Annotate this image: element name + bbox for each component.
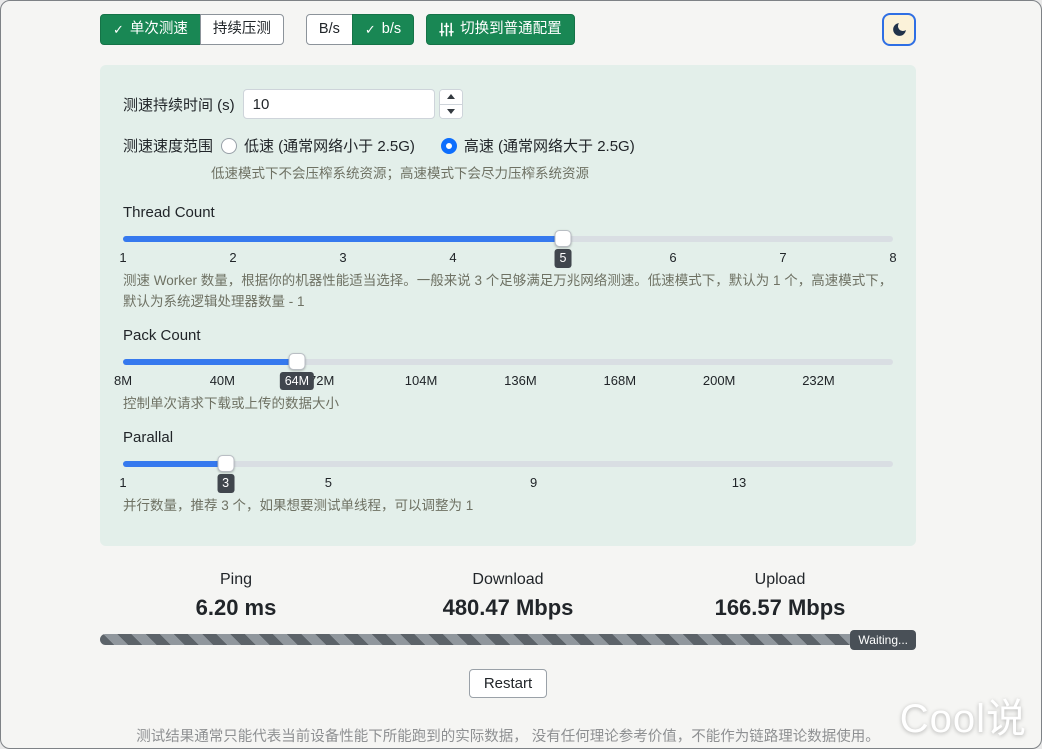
ping-metric: Ping 6.20 ms — [100, 571, 372, 621]
parallal-label: Parallal — [123, 429, 893, 446]
slider-tick: 40M — [210, 373, 235, 388]
check-icon: ✓ — [365, 23, 376, 36]
slider-tick: 5 — [325, 475, 332, 490]
unit-Bps-button[interactable]: B/s — [306, 14, 353, 45]
download-metric: Download 480.47 Mbps — [372, 571, 644, 621]
unit-bps-label: b/s — [382, 22, 401, 37]
slider-track[interactable] — [123, 236, 893, 242]
caret-down-icon — [447, 109, 455, 114]
thread-count-hint: 测速 Worker 数量，根据你的机器性能适当选择。一般来说 3 个足够满足万兆… — [123, 271, 893, 312]
slider-value-badge: 3 — [217, 474, 234, 493]
duration-stepper — [439, 89, 463, 119]
slider-tick: 2 — [229, 250, 236, 265]
slider-tick: 9 — [530, 475, 537, 490]
radio-icon — [221, 138, 237, 154]
radio-high-speed[interactable]: 高速 (通常网络大于 2.5G) — [441, 135, 635, 156]
pack-count-slider[interactable]: 64M 8M40M72M104M136M168M200M232M — [123, 353, 893, 390]
slider-value-badge: 5 — [555, 249, 572, 268]
slider-value-badge: 64M — [280, 372, 314, 391]
slider-tick: 1 — [119, 475, 126, 490]
increment-button[interactable] — [440, 90, 462, 104]
settings-panel: 测速持续时间 (s) 测速速度范围 低速 (通常网络小于 2.5G) 高速 (通… — [100, 65, 916, 546]
results-section: Ping 6.20 ms Download 480.47 Mbps Upload… — [100, 571, 916, 621]
pack-count-block: Pack Count 64M 8M40M72M104M136M168M200M2… — [123, 327, 893, 414]
radio-low-speed-label: 低速 (通常网络小于 2.5G) — [244, 135, 415, 156]
upload-metric: Upload 166.57 Mbps — [644, 571, 916, 621]
switch-config-button[interactable]: 切换到普通配置 — [426, 14, 575, 45]
pack-count-label: Pack Count — [123, 327, 893, 344]
parallal-block: Parallal 3 15913 并行数量，推荐 3 个，如果想要测试单线程，可… — [123, 429, 893, 516]
progress-bar — [100, 634, 916, 645]
mode-button-group: ✓ 单次测速 持续压测 — [100, 14, 284, 45]
slider-tick: 104M — [405, 373, 438, 388]
single-test-label: 单次测速 — [130, 22, 188, 37]
thread-count-label: Thread Count — [123, 204, 893, 221]
duration-row: 测速持续时间 (s) — [123, 89, 893, 119]
slider-handle[interactable] — [555, 230, 572, 247]
slider-ticks: 12345678 — [123, 250, 893, 267]
duration-label: 测速持续时间 (s) — [123, 94, 235, 115]
thread-count-slider[interactable]: 5 12345678 — [123, 230, 893, 267]
slider-tick: 6 — [669, 250, 676, 265]
pack-count-hint: 控制单次请求下载或上传的数据大小 — [123, 394, 893, 414]
slider-track[interactable] — [123, 359, 893, 365]
moon-icon — [891, 21, 908, 38]
radio-checked-icon — [441, 138, 457, 154]
slider-tick: 4 — [449, 250, 456, 265]
radio-low-speed[interactable]: 低速 (通常网络小于 2.5G) — [221, 135, 415, 156]
slider-fill — [123, 359, 297, 365]
slider-tick: 7 — [779, 250, 786, 265]
upload-value: 166.57 Mbps — [644, 595, 916, 621]
thread-count-block: Thread Count 5 12345678 测速 Worker 数量，根据你… — [123, 204, 893, 312]
radio-high-speed-label: 高速 (通常网络大于 2.5G) — [464, 135, 635, 156]
slider-track[interactable] — [123, 461, 893, 467]
switch-config-label: 切换到普通配置 — [460, 22, 562, 37]
upload-label: Upload — [644, 571, 916, 589]
speed-range-hint: 低速模式下不会压榨系统资源；高速模式下会尽力压榨系统资源 — [211, 164, 893, 184]
slider-tick: 232M — [802, 373, 835, 388]
slider-tick: 8M — [114, 373, 132, 388]
restart-button[interactable]: Restart — [469, 669, 547, 698]
slider-ticks: 15913 — [123, 475, 893, 492]
slider-tick: 1 — [119, 250, 126, 265]
slider-tick: 136M — [504, 373, 537, 388]
download-value: 480.47 Mbps — [372, 595, 644, 621]
ping-label: Ping — [100, 571, 372, 589]
speed-range-row: 测速速度范围 低速 (通常网络小于 2.5G) 高速 (通常网络大于 2.5G) — [123, 135, 893, 156]
speed-range-label: 测速速度范围 — [123, 135, 213, 156]
progress-section: Waiting... — [100, 634, 916, 646]
decrement-button[interactable] — [440, 104, 462, 119]
disclaimer-text: 测试结果通常只能代表当前设备性能下所能跑到的实际数据， 没有任何理论参考价值，不… — [100, 725, 916, 746]
slider-tick: 13 — [732, 475, 746, 490]
slider-handle[interactable] — [288, 353, 305, 370]
watermark: Cool说 — [900, 686, 1027, 744]
check-icon: ✓ — [113, 23, 124, 36]
slider-fill — [123, 461, 226, 467]
status-badge: Waiting... — [850, 630, 916, 650]
speedtest-page: ✓ 单次测速 持续压测 B/s ✓ b/s — [0, 0, 1042, 749]
unit-button-group: B/s ✓ b/s — [306, 14, 414, 45]
slider-fill — [123, 236, 563, 242]
slider-ticks: 8M40M72M104M136M168M200M232M — [123, 373, 893, 390]
parallal-slider[interactable]: 3 15913 — [123, 455, 893, 492]
slider-tick: 168M — [604, 373, 637, 388]
slider-handle[interactable] — [217, 455, 234, 472]
slider-tick: 200M — [703, 373, 736, 388]
duration-input[interactable] — [243, 89, 435, 119]
parallal-hint: 并行数量，推荐 3 个，如果想要测试单线程，可以调整为 1 — [123, 496, 893, 516]
download-label: Download — [372, 571, 644, 589]
slider-tick: 8 — [889, 250, 896, 265]
ping-value: 6.20 ms — [100, 595, 372, 621]
unit-Bps-label: B/s — [319, 22, 340, 37]
slider-tick: 3 — [339, 250, 346, 265]
toolbar: ✓ 单次测速 持续压测 B/s ✓ b/s — [100, 1, 916, 46]
unit-bps-button[interactable]: ✓ b/s — [352, 14, 414, 45]
theme-toggle-button[interactable] — [882, 13, 916, 46]
single-test-button[interactable]: ✓ 单次测速 — [100, 14, 201, 45]
caret-up-icon — [447, 94, 455, 99]
restart-row: Restart — [100, 669, 916, 698]
continuous-test-label: 持续压测 — [213, 22, 271, 37]
sliders-icon — [439, 22, 454, 37]
continuous-test-button[interactable]: 持续压测 — [200, 14, 284, 45]
